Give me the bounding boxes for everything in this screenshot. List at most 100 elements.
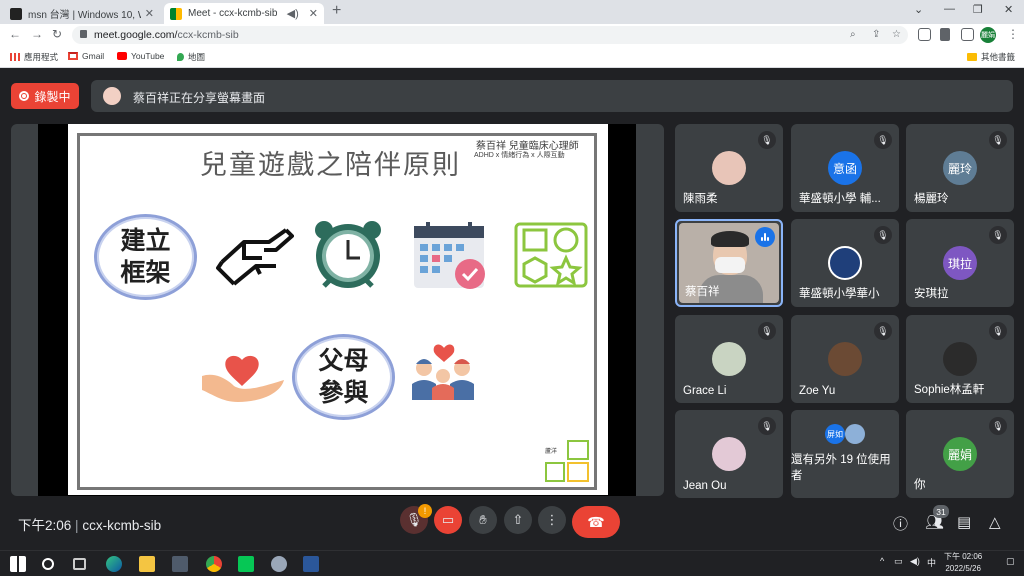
share-icon[interactable]: ⇪ [872, 29, 880, 40]
taskbar [0, 550, 1024, 576]
participant-tile[interactable]: 🎙︎ Sophie林孟軒 [906, 315, 1014, 403]
logo-text: 蘆洋 [545, 449, 558, 455]
mic-off-icon: 🎙︎ [874, 322, 892, 340]
task-view-icon[interactable] [73, 558, 86, 570]
youtube-icon [117, 52, 127, 60]
notification-center-icon[interactable]: ▢ [1006, 556, 1015, 567]
close-icon[interactable]: ✕ [145, 7, 154, 20]
puzzle-icon[interactable] [940, 28, 950, 41]
activities-icon[interactable]: △ [989, 513, 1001, 531]
url-text: meet.google.com/ccx-kcmb-sib [94, 29, 239, 41]
sidepanel-icon[interactable] [961, 28, 974, 41]
bookmark-star-icon[interactable]: ☆ [892, 29, 901, 40]
address-bar: ← → ↻ meet.google.com/ccx-kcmb-sib ⌕ ⇪ ☆… [0, 24, 1024, 46]
line-app-icon[interactable] [238, 556, 254, 572]
participant-tile[interactable]: 🎙︎ 琪拉 安琪拉 [906, 219, 1014, 307]
word-icon[interactable] [303, 556, 319, 572]
raise-hand-button[interactable]: ✋︎ [469, 506, 497, 534]
app-icon[interactable] [271, 556, 287, 572]
avatar [845, 424, 865, 444]
bookmark-apps[interactable]: 應用程式 [10, 51, 58, 63]
mic-off-icon: 🎙︎ [758, 131, 776, 149]
speaker-icon[interactable]: ◀) [287, 7, 299, 20]
avatar [103, 87, 121, 105]
volume-icon[interactable]: ◀) [910, 556, 920, 567]
bookmark-maps[interactable]: 地圖 [177, 51, 205, 63]
avatar: 意函 [828, 151, 862, 185]
new-tab-icon[interactable]: + [332, 2, 341, 20]
back-icon[interactable]: ← [9, 27, 21, 41]
participant-tile-active[interactable]: 蔡百祥 [675, 219, 783, 307]
participant-name: 還有另外 19 位使用者 [791, 454, 891, 482]
windows-start-icon[interactable] [10, 556, 26, 572]
share-notice-bar: 蔡百祥正在分享螢幕畫面 [91, 80, 1013, 112]
chat-icon[interactable]: ▤ [957, 513, 971, 531]
camera-toggle-button[interactable]: ▭ [434, 506, 462, 534]
recording-button[interactable]: 錄製中 [11, 83, 79, 109]
zoom-icon[interactable]: ⌕ [850, 29, 856, 40]
participant-name: 華盛頓小學 輔... [799, 193, 881, 205]
url-input[interactable]: meet.google.com/ccx-kcmb-sib ⌕ ⇪ ☆ [72, 26, 908, 44]
avatar [943, 342, 977, 376]
family-icon [412, 344, 474, 400]
avatar[interactable]: 麗娟 [980, 27, 996, 43]
record-icon [19, 91, 30, 101]
system-clock[interactable]: 下午 02:06 2022/5/26 [944, 551, 982, 575]
mic-off-icon: 🎙︎ [758, 322, 776, 340]
file-explorer-icon[interactable] [139, 556, 155, 572]
participant-tile[interactable]: 🎙︎ Jean Ou [675, 410, 783, 498]
participant-name: 陳雨柔 [683, 193, 718, 205]
network-icon[interactable]: ▭ [894, 556, 903, 567]
participant-name: Sophie林孟軒 [914, 384, 985, 396]
participant-tile[interactable]: 🎙︎ Zoe Yu [791, 315, 899, 403]
more-options-button[interactable]: ⋮ [538, 506, 566, 534]
bookmark-gmail[interactable]: Gmail [68, 51, 104, 61]
participant-tile[interactable]: 🎙︎ Grace Li [675, 315, 783, 403]
shapes-icon [514, 222, 588, 288]
participant-name: 楊麗玲 [914, 193, 949, 205]
participant-tile-others[interactable]: 屏如 還有另外 19 位使用者 [791, 410, 899, 498]
bookmark-youtube[interactable]: YouTube [117, 51, 164, 61]
msn-icon [10, 7, 22, 20]
minimize-icon[interactable]: — [944, 3, 955, 15]
participant-tile[interactable]: 🎙︎ 陳雨柔 [675, 124, 783, 212]
apps-grid-icon [10, 53, 20, 61]
alarm-clock-icon [315, 221, 381, 288]
maximize-icon[interactable]: ❐ [973, 3, 983, 16]
mic-off-icon: 🎙︎ [989, 131, 1007, 149]
school-logo-icon [828, 246, 862, 280]
participant-tile-self[interactable]: 🎙︎ 麗娟 你 [906, 410, 1014, 498]
slide-title: 兒童遊戲之陪伴原則 [200, 150, 461, 181]
tab-meet[interactable]: Meet - ccx-kcmb-sib ◀) ✕ [164, 3, 324, 24]
meeting-info: 下午2:06 | ccx-kcmb-sib [18, 518, 162, 533]
leave-call-button[interactable]: ☎ [572, 506, 620, 538]
search-icon[interactable] [42, 558, 54, 570]
folder-icon [967, 53, 977, 61]
reload-icon[interactable]: ↻ [52, 27, 62, 41]
participant-tile[interactable]: 🎙︎ 華盛頓小學華小 [791, 219, 899, 307]
window-close-icon[interactable]: ✕ [1004, 3, 1013, 16]
forward-icon[interactable]: → [31, 27, 43, 41]
avatar [712, 437, 746, 471]
ime-indicator[interactable]: 中 [927, 556, 936, 569]
menu-icon[interactable]: ⋮ [1007, 27, 1019, 41]
close-icon[interactable]: ✕ [309, 7, 318, 20]
info-icon[interactable]: ⓘ [893, 513, 908, 534]
present-button[interactable]: ⇧ [504, 506, 532, 534]
edge-icon[interactable] [106, 556, 122, 572]
mic-off-icon: 🎙︎ [989, 322, 1007, 340]
participant-name: 華盛頓小學華小 [799, 288, 880, 300]
bubble-parents: 父母 參與 [292, 334, 395, 420]
store-icon[interactable] [172, 556, 188, 572]
chrome-icon[interactable] [206, 556, 222, 572]
tab-msn[interactable]: msn 台灣 | Windows 10, Windo ✕ [4, 3, 160, 24]
tray-chevron-icon[interactable]: ^ [880, 556, 884, 566]
bookmark-other[interactable]: 其他書籤 [967, 51, 1015, 63]
participant-tile[interactable]: 🎙︎ 麗玲 楊麗玲 [906, 124, 1014, 212]
participant-tile[interactable]: 🎙︎ 意函 華盛頓小學 輔... [791, 124, 899, 212]
slide-frame [77, 133, 597, 490]
maps-pin-icon [177, 53, 184, 61]
participant-name: 安琪拉 [914, 288, 949, 300]
extension-icon[interactable] [918, 28, 931, 41]
tab-search-icon[interactable]: ⌄ [914, 3, 923, 16]
